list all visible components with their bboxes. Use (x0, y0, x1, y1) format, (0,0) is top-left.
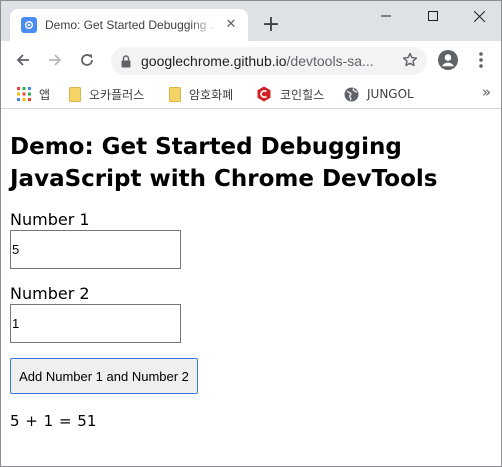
bookmark-label: JUNGOL (367, 87, 414, 101)
bookmark-folder-okaplus[interactable]: 오카플러스 (69, 85, 144, 103)
reload-button[interactable] (75, 48, 99, 72)
folder-icon (69, 86, 81, 102)
number2-input[interactable] (10, 304, 181, 343)
maximize-icon (428, 11, 438, 21)
close-window-button[interactable] (456, 1, 502, 31)
browser-toolbar: googlechrome.github.io/devtools-sa... (1, 41, 501, 79)
browser-window: Demo: Get Started Debugging JavaScript w… (0, 0, 502, 467)
more-bookmarks-icon[interactable]: » (482, 83, 491, 101)
bookmark-star-icon[interactable] (402, 52, 418, 72)
url-path: /devtools-sa... (286, 53, 374, 69)
forward-button[interactable] (43, 48, 67, 72)
favicon-icon (21, 17, 37, 33)
url-text: googlechrome.github.io/devtools-sa... (141, 53, 381, 69)
back-arrow-icon (16, 54, 29, 66)
page-title: Demo: Get Started Debugging JavaScript w… (10, 134, 438, 192)
bookmark-label: 코인힐스 (280, 87, 325, 102)
bookmark-label: 암호화폐 (189, 87, 234, 102)
close-icon (473, 10, 485, 22)
profile-avatar-icon[interactable] (438, 50, 458, 74)
more-menu-icon[interactable] (475, 50, 487, 70)
number1-label: Number 1 (10, 210, 90, 229)
coinhills-icon (256, 86, 272, 102)
active-tab[interactable]: Demo: Get Started Debugging JavaScript w… (10, 9, 248, 41)
apps-grid-icon (17, 87, 31, 101)
bookmark-coinhills[interactable]: 코인힐스 (256, 85, 324, 103)
bookmark-label: 오카플러스 (89, 87, 145, 102)
forward-arrow-icon (49, 54, 62, 66)
result-text: 5 + 1 = 51 (10, 412, 97, 430)
back-button[interactable] (11, 48, 35, 72)
tab-close-icon[interactable]: ✕ (224, 18, 238, 32)
url-host: googlechrome.github.io (141, 53, 287, 69)
page-content: Demo: Get Started Debugging JavaScript w… (1, 109, 501, 466)
minimize-button[interactable] (363, 1, 409, 31)
bookmark-folder-crypto[interactable]: 암호화폐 (169, 85, 233, 103)
globe-icon (344, 87, 359, 102)
number1-input[interactable] (10, 230, 181, 269)
folder-icon (169, 86, 181, 102)
lock-icon (121, 54, 131, 67)
bookmarks-bar: 앱 오카플러스 암호화폐 코인힐스 JUNGOL » (1, 79, 501, 109)
bookmark-apps[interactable]: 앱 (17, 85, 50, 103)
number2-label: Number 2 (10, 284, 90, 303)
add-numbers-button[interactable]: Add Number 1 and Number 2 (10, 358, 198, 394)
bookmark-label: 앱 (39, 87, 51, 102)
tab-title: Demo: Get Started Debugging JavaScript w… (45, 18, 215, 32)
address-bar[interactable]: googlechrome.github.io/devtools-sa... (111, 47, 427, 75)
tab-strip: Demo: Get Started Debugging JavaScript w… (1, 1, 501, 41)
reload-icon (81, 54, 93, 66)
bookmark-jungol[interactable]: JUNGOL (344, 85, 414, 103)
minimize-icon (381, 15, 391, 17)
new-tab-button[interactable]: + (259, 13, 283, 37)
maximize-button[interactable] (410, 1, 456, 31)
